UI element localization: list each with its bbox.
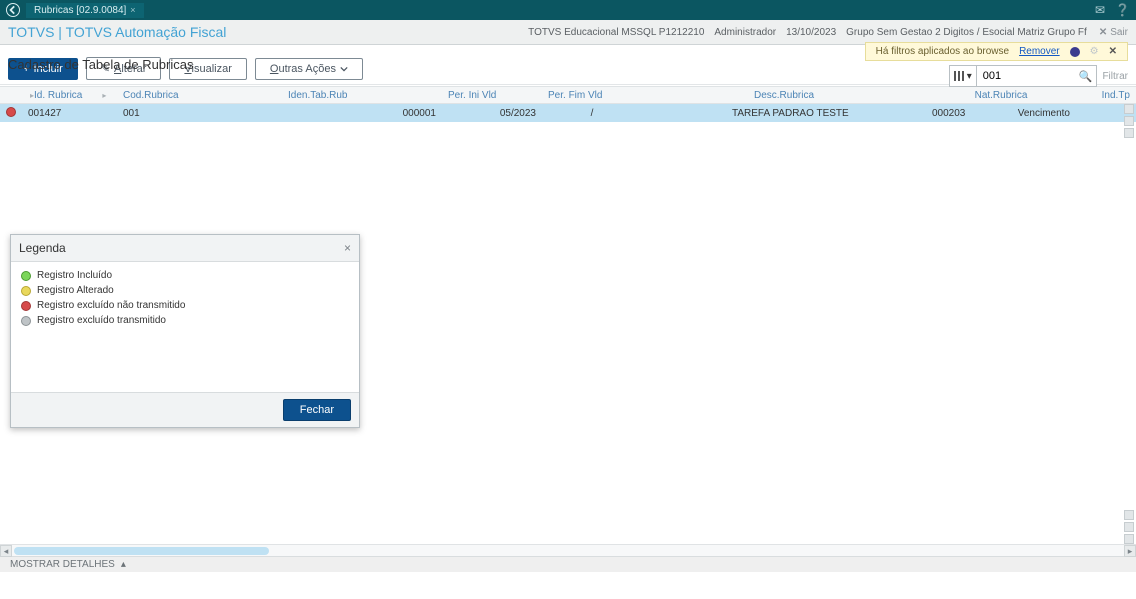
- date-label: 13/10/2023: [786, 27, 836, 38]
- col-desc[interactable]: Desc.Rubrica: [642, 90, 926, 101]
- legend-footer: Fechar: [11, 392, 359, 427]
- cell-fim: /: [542, 108, 642, 119]
- scroll-thumb[interactable]: [14, 547, 269, 555]
- row-status: [0, 107, 22, 120]
- legend-label: Registro Incluído: [37, 270, 112, 281]
- col-id[interactable]: ▸Id. Rubrica▸: [22, 90, 117, 101]
- legend-title: Legenda: [19, 241, 66, 255]
- cell-ini: 05/2023: [442, 108, 542, 119]
- legend-label: Registro excluído transmitido: [37, 315, 166, 326]
- filter-label[interactable]: Filtrar: [1102, 71, 1128, 82]
- group-label: Grupo Sem Gestao 2 Digitos / Esocial Mat…: [846, 27, 1087, 38]
- legend-item: Registro excluído transmitido: [21, 315, 349, 326]
- filter-indicator-dot: [1070, 47, 1080, 57]
- brand-title: TOTVS | TOTVS Automação Fiscal: [8, 24, 226, 40]
- legend-label: Registro Alterado: [37, 285, 114, 296]
- filter-notice: Há filtros aplicados ao browse Remover ⚙…: [865, 42, 1128, 61]
- col-nat[interactable]: Nat.Rubrica: [926, 90, 1076, 101]
- horizontal-scrollbar[interactable]: ◂ ▸: [0, 544, 1136, 556]
- legend-item: Registro Alterado: [21, 285, 349, 296]
- filter-notice-text: Há filtros aplicados ao browse: [876, 46, 1009, 57]
- search-wrap: ▾ 🔍 Filtrar: [949, 65, 1128, 87]
- scroll-left-icon[interactable]: ◂: [0, 545, 12, 557]
- exit-label: Sair: [1110, 27, 1128, 38]
- back-circle-button[interactable]: [6, 3, 20, 17]
- show-details-label: MOSTRAR DETALHES: [10, 559, 115, 570]
- scroll-square[interactable]: [1124, 128, 1134, 138]
- legend-body: Registro Incluído Registro Alterado Regi…: [11, 262, 359, 392]
- col-cod[interactable]: Cod.Rubrica: [117, 90, 282, 101]
- column-picker-button[interactable]: ▾: [949, 65, 977, 87]
- open-tab[interactable]: Rubricas [02.9.0084] ×: [26, 3, 145, 18]
- title-row: Cadastro de Tabela de Rubricas Há filtro…: [0, 45, 1136, 85]
- cell-iden: 000001: [282, 108, 442, 119]
- filter-remove-link[interactable]: Remover: [1019, 46, 1060, 57]
- cell-desc: TAREFA PADRAO TESTE: [642, 108, 926, 119]
- legend-modal: Legenda × Registro Incluído Registro Alt…: [10, 234, 360, 428]
- env-label: TOTVS Educacional MSSQL P1212210: [528, 27, 704, 38]
- cell-cod: 001: [117, 108, 282, 119]
- vertical-mini-scroll-bottom[interactable]: [1124, 510, 1134, 544]
- scroll-square[interactable]: [1124, 522, 1134, 532]
- filter-close-icon[interactable]: ✕: [1109, 46, 1117, 57]
- table-header: ▸Id. Rubrica▸ Cod.Rubrica Iden.Tab.Rub P…: [0, 86, 1136, 104]
- legend-dot-gray: [21, 316, 31, 326]
- help-icon[interactable]: ❔: [1115, 3, 1130, 17]
- role-label: Administrador: [714, 27, 776, 38]
- scroll-square[interactable]: [1124, 104, 1134, 114]
- legend-header: Legenda ×: [11, 235, 359, 262]
- legend-label: Registro excluído não transmitido: [37, 300, 185, 311]
- close-tab-icon[interactable]: ×: [130, 5, 135, 15]
- scroll-square[interactable]: [1124, 510, 1134, 520]
- legend-dot-green: [21, 271, 31, 281]
- legend-item: Registro Incluído: [21, 270, 349, 281]
- scroll-square[interactable]: [1124, 116, 1134, 126]
- top-app-bar: Rubricas [02.9.0084] × ✉ ❔: [0, 0, 1136, 20]
- vertical-mini-scroll[interactable]: [1124, 104, 1134, 138]
- tab-title: Rubricas [02.9.0084]: [34, 5, 126, 16]
- col-fim[interactable]: Per. Fim Vld: [542, 90, 642, 101]
- chevron-up-icon: ▴: [121, 559, 126, 570]
- show-details-bar[interactable]: MOSTRAR DETALHES ▴: [0, 556, 1136, 572]
- scroll-right-icon[interactable]: ▸: [1124, 545, 1136, 557]
- search-icon[interactable]: 🔍: [1079, 70, 1093, 83]
- mail-icon[interactable]: ✉: [1095, 3, 1105, 17]
- table-row[interactable]: 001427 001 000001 05/2023 / TAREFA PADRA…: [0, 104, 1136, 122]
- scroll-square[interactable]: [1124, 534, 1134, 544]
- status-dot-icon: [6, 107, 16, 117]
- legend-close-icon[interactable]: ×: [344, 241, 351, 255]
- col-ini[interactable]: Per. Ini Vld: [442, 90, 542, 101]
- chevron-down-icon: ▾: [967, 71, 972, 82]
- legend-item: Registro excluído não transmitido: [21, 300, 349, 311]
- cell-nat: 000203Vencimento: [926, 108, 1076, 119]
- col-ind[interactable]: Ind.Tp: [1076, 90, 1136, 101]
- col-iden[interactable]: Iden.Tab.Rub: [282, 90, 442, 101]
- cell-id: 001427: [22, 108, 117, 119]
- table-body: 001427 001 000001 05/2023 / TAREFA PADRA…: [0, 104, 1136, 544]
- legend-dot-yellow: [21, 286, 31, 296]
- filter-gear-icon[interactable]: ⚙: [1090, 46, 1099, 57]
- exit-button[interactable]: ✕Sair: [1099, 27, 1128, 38]
- legend-close-button[interactable]: Fechar: [283, 399, 351, 421]
- page-title: Cadastro de Tabela de Rubricas: [8, 57, 194, 72]
- legend-dot-red: [21, 301, 31, 311]
